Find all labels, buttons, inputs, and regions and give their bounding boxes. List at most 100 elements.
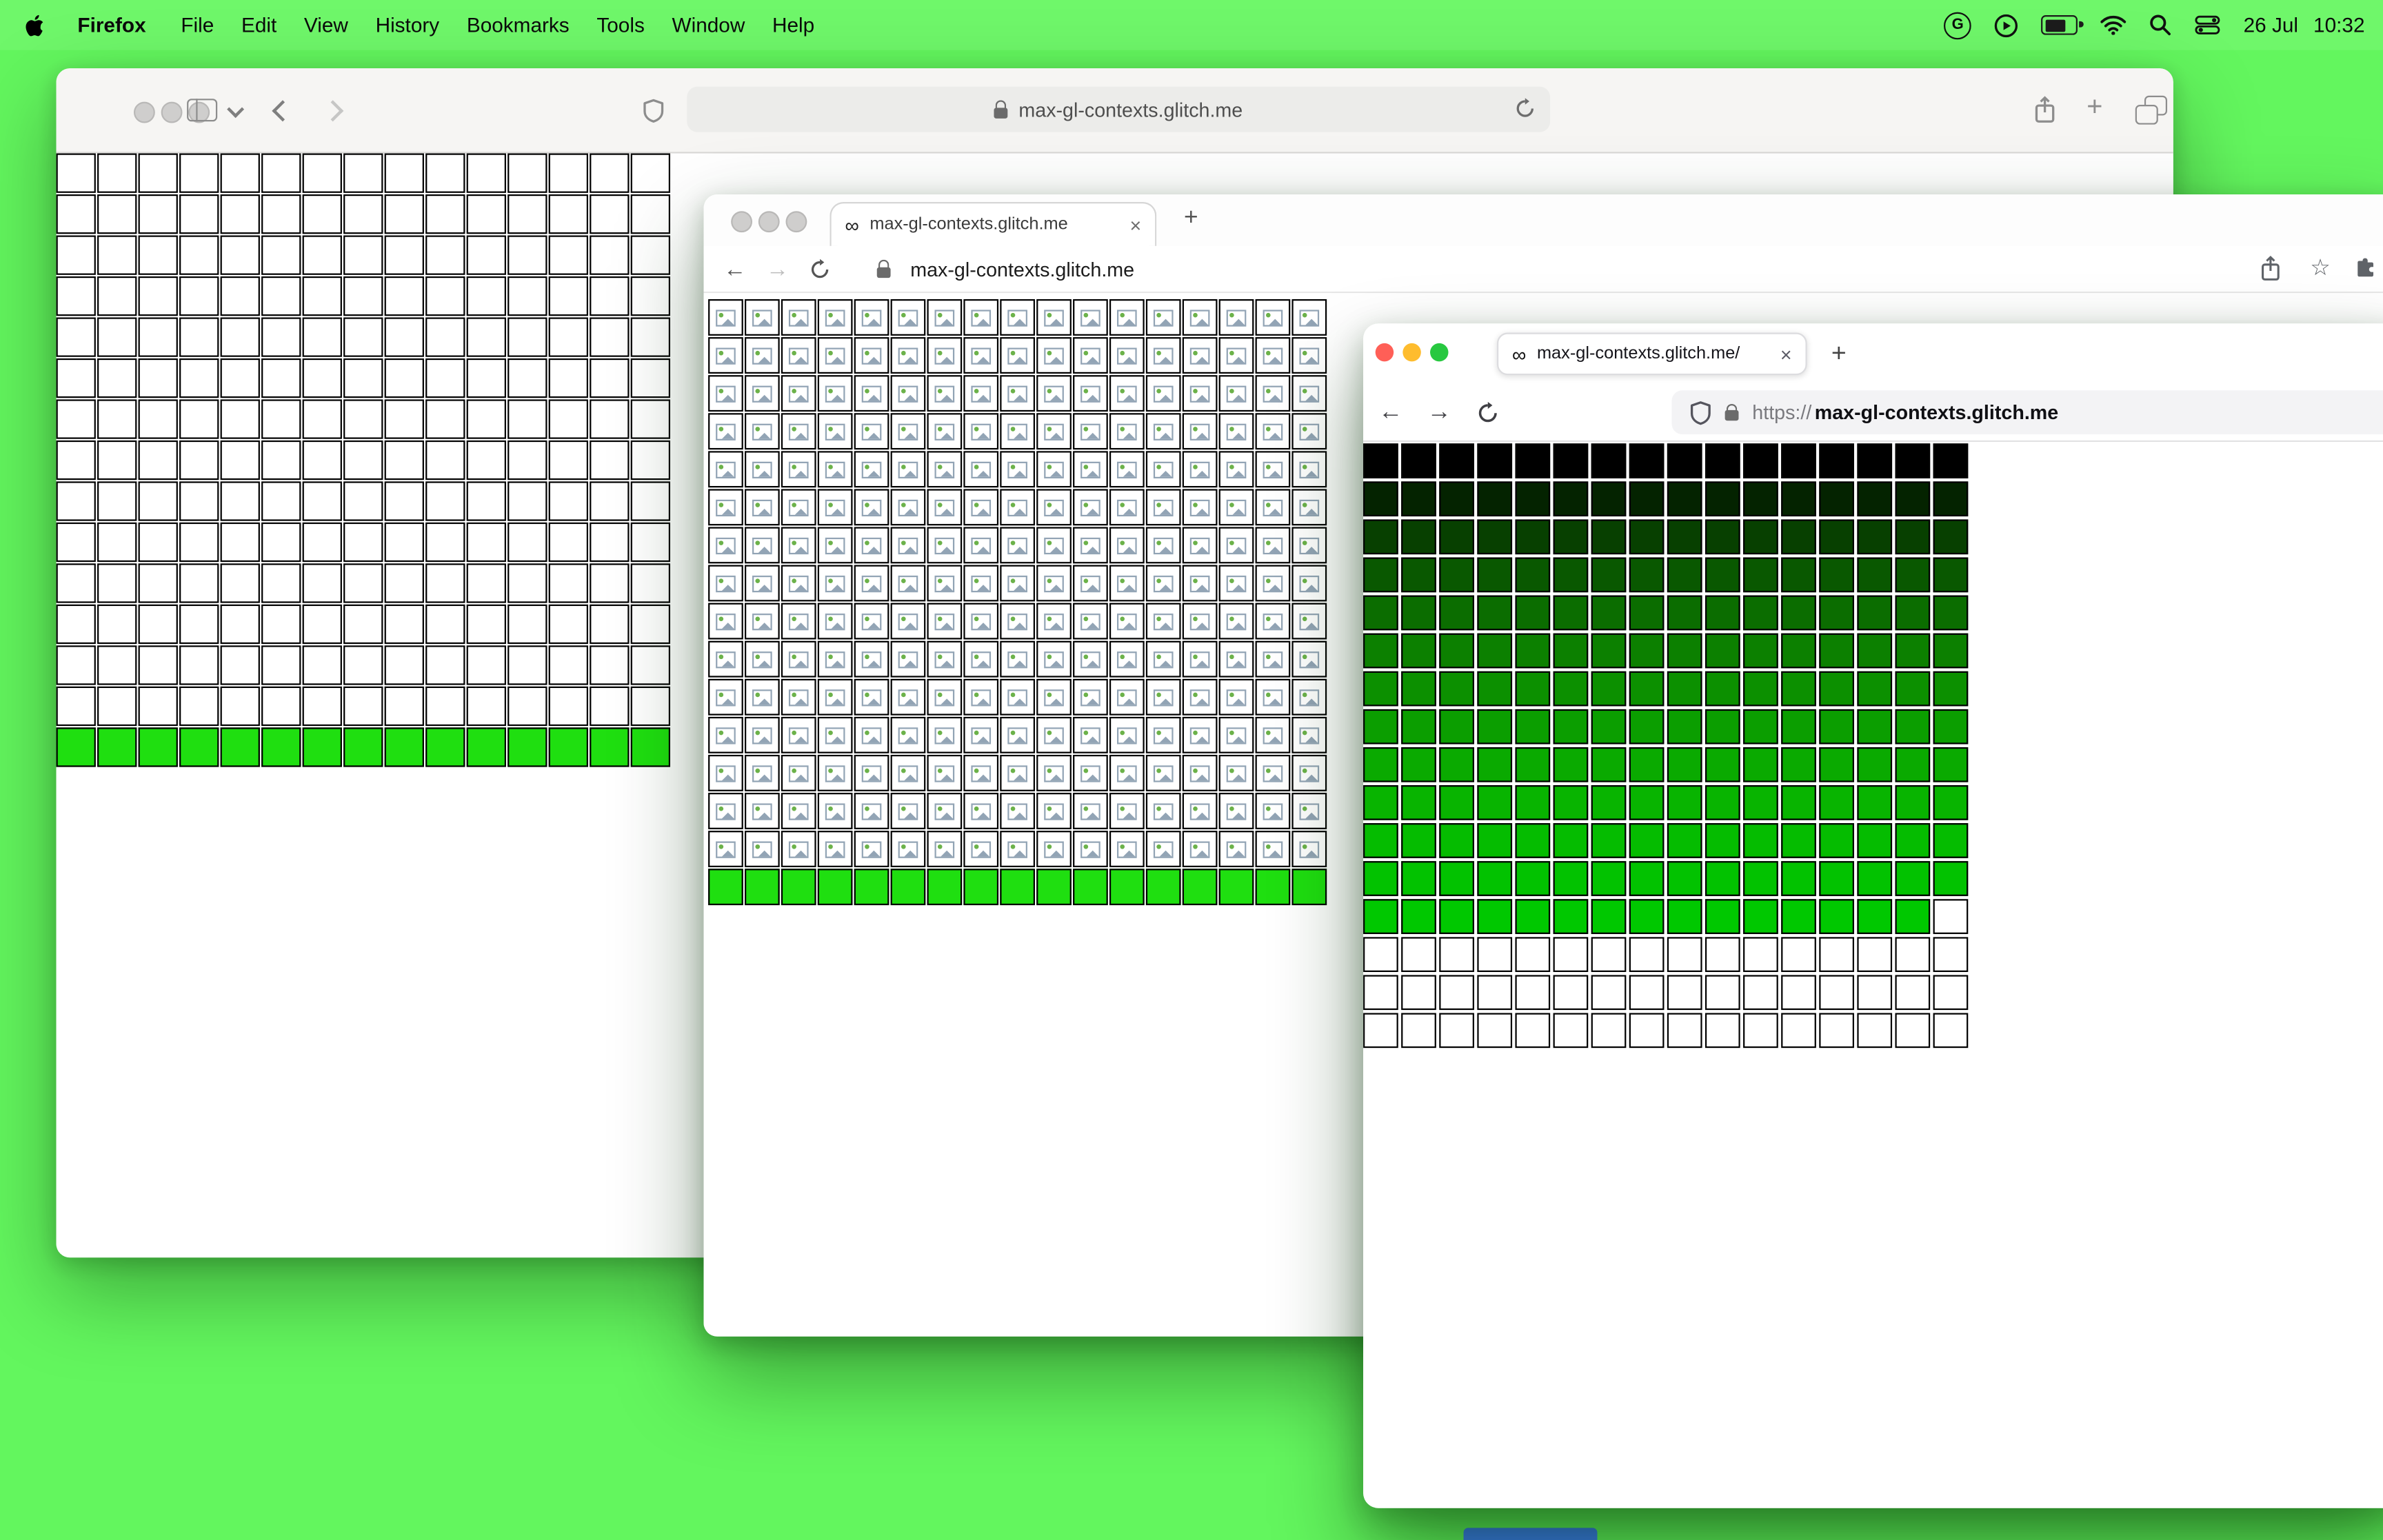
grid-cell: [1819, 557, 1854, 593]
grid-cell: [1477, 519, 1513, 555]
grid-cell: [854, 413, 889, 450]
grid-cell: [548, 645, 588, 685]
grid-cell: [1477, 557, 1513, 593]
chevron-down-icon[interactable]: [227, 101, 245, 119]
firefox-nav-bar[interactable]: ← → https:// max-gl-contexts.glitch.me: [1363, 384, 2383, 443]
grid-cell: [1109, 299, 1145, 336]
grid-cell: [1073, 869, 1108, 906]
grid-cell: [97, 235, 137, 275]
firefox-tab-bar[interactable]: ∞ max-gl-contexts.glitch.me/ × +: [1363, 323, 2383, 385]
back-button[interactable]: ←: [1378, 398, 1402, 426]
battery-icon[interactable]: [2041, 15, 2084, 35]
menu-item-edit[interactable]: Edit: [228, 14, 290, 37]
chrome-nav-bar[interactable]: ← → max-gl-contexts.glitch.me ☆: [703, 245, 2383, 294]
apple-menu-icon[interactable]: [24, 13, 44, 37]
grid-cell: [1401, 633, 1436, 669]
broken-image-icon: [752, 840, 772, 858]
grid-cell: [927, 793, 963, 829]
reload-icon[interactable]: [1514, 97, 1536, 120]
grid-cell: [1553, 1013, 1589, 1048]
zoom-button[interactable]: [785, 211, 807, 233]
tab-close-icon[interactable]: ×: [1130, 214, 1142, 236]
back-button[interactable]: [272, 100, 294, 122]
grid-cell: [1145, 527, 1181, 564]
browser-tab[interactable]: ∞ max-gl-contexts.glitch.me ×: [829, 202, 1157, 246]
new-tab-button[interactable]: +: [1184, 205, 1198, 232]
grid-cell: [1895, 861, 1931, 896]
grid-cell: [1255, 831, 1291, 868]
grid-cell: [817, 716, 853, 753]
forward-button[interactable]: →: [766, 256, 789, 281]
tab-overview-icon[interactable]: [2135, 95, 2168, 125]
grid-cell: [1363, 671, 1398, 707]
control-center-icon[interactable]: [2195, 15, 2220, 35]
menu-item-view[interactable]: View: [290, 14, 362, 37]
grid-cell: [138, 194, 178, 234]
minimize-button[interactable]: [1402, 343, 1421, 362]
search-icon[interactable]: [2149, 14, 2172, 37]
address-bar[interactable]: https:// max-gl-contexts.glitch.me: [1671, 390, 2383, 435]
grid-cell: [179, 563, 219, 603]
menu-item-bookmarks[interactable]: Bookmarks: [453, 14, 583, 37]
grid-cell: [1515, 747, 1551, 782]
active-app-name[interactable]: Firefox: [66, 14, 158, 37]
menu-item-tools[interactable]: Tools: [583, 14, 658, 37]
grid-cell: [220, 481, 260, 521]
grid-cell: [1145, 299, 1181, 336]
grid-cell: [744, 375, 780, 412]
sidebar-toggle-icon[interactable]: [187, 99, 218, 122]
tracking-shield-icon[interactable]: [1690, 401, 1711, 425]
chrome-tab-bar[interactable]: ∞ max-gl-contexts.glitch.me × +: [703, 194, 2383, 246]
new-tab-button[interactable]: +: [1831, 338, 1847, 369]
now-playing-icon[interactable]: [1994, 13, 2018, 37]
share-icon[interactable]: [2260, 255, 2281, 283]
forward-button[interactable]: [322, 100, 344, 122]
privacy-shield-icon[interactable]: [643, 99, 664, 123]
menu-item-window[interactable]: Window: [658, 14, 759, 37]
grid-cell: [1218, 716, 1254, 753]
reload-icon[interactable]: [809, 257, 832, 280]
menu-item-help[interactable]: Help: [758, 14, 828, 37]
grid-cell: [425, 194, 465, 234]
firefox-window[interactable]: ∞ max-gl-contexts.glitch.me/ × + ← → htt…: [1363, 323, 2383, 1508]
grid-cell: [466, 235, 506, 275]
forward-button[interactable]: →: [1427, 398, 1451, 426]
g-badge-icon[interactable]: G: [1944, 11, 1972, 39]
tab-title: max-gl-contexts.glitch.me: [869, 215, 1068, 234]
minimize-button[interactable]: [758, 211, 780, 233]
grid-cell: [1073, 640, 1108, 678]
close-button[interactable]: [133, 101, 155, 123]
new-tab-button[interactable]: +: [2087, 91, 2102, 123]
address-bar[interactable]: max-gl-contexts.glitch.me: [687, 86, 1551, 132]
extensions-puzzle-icon[interactable]: [2354, 256, 2377, 279]
close-button[interactable]: [731, 211, 753, 233]
menu-item-history[interactable]: History: [362, 14, 453, 37]
grid-cell: [1109, 337, 1145, 374]
menu-item-file[interactable]: File: [167, 14, 228, 37]
reload-icon[interactable]: [1476, 401, 1500, 425]
broken-image-icon: [752, 385, 772, 402]
grid-cell: [466, 604, 506, 645]
broken-image-icon: [971, 536, 992, 554]
safari-toolbar[interactable]: max-gl-contexts.glitch.me +: [56, 68, 2173, 154]
url-text[interactable]: max-gl-contexts.glitch.me: [910, 257, 1134, 280]
wifi-icon[interactable]: [2100, 15, 2126, 35]
menu-date[interactable]: 26 Jul: [2244, 14, 2298, 37]
tab-close-icon[interactable]: ×: [1780, 343, 1792, 365]
menu-time[interactable]: 10:32: [2313, 14, 2364, 37]
back-button[interactable]: ←: [723, 256, 746, 281]
broken-image-icon: [971, 385, 992, 402]
minimize-button[interactable]: [161, 101, 183, 123]
grid-cell: [1145, 831, 1181, 868]
close-button[interactable]: [1375, 343, 1394, 362]
broken-image-icon: [1263, 840, 1283, 858]
broken-image-icon: [1226, 574, 1247, 592]
grid-cell: [817, 489, 853, 526]
grid-cell: [1218, 640, 1254, 678]
lock-icon[interactable]: [1725, 403, 1739, 421]
bookmark-star-icon[interactable]: ☆: [2310, 254, 2331, 281]
grid-cell: [179, 194, 219, 234]
zoom-button[interactable]: [1430, 343, 1449, 362]
share-icon[interactable]: [2033, 96, 2056, 125]
browser-tab[interactable]: ∞ max-gl-contexts.glitch.me/ ×: [1497, 332, 1807, 376]
